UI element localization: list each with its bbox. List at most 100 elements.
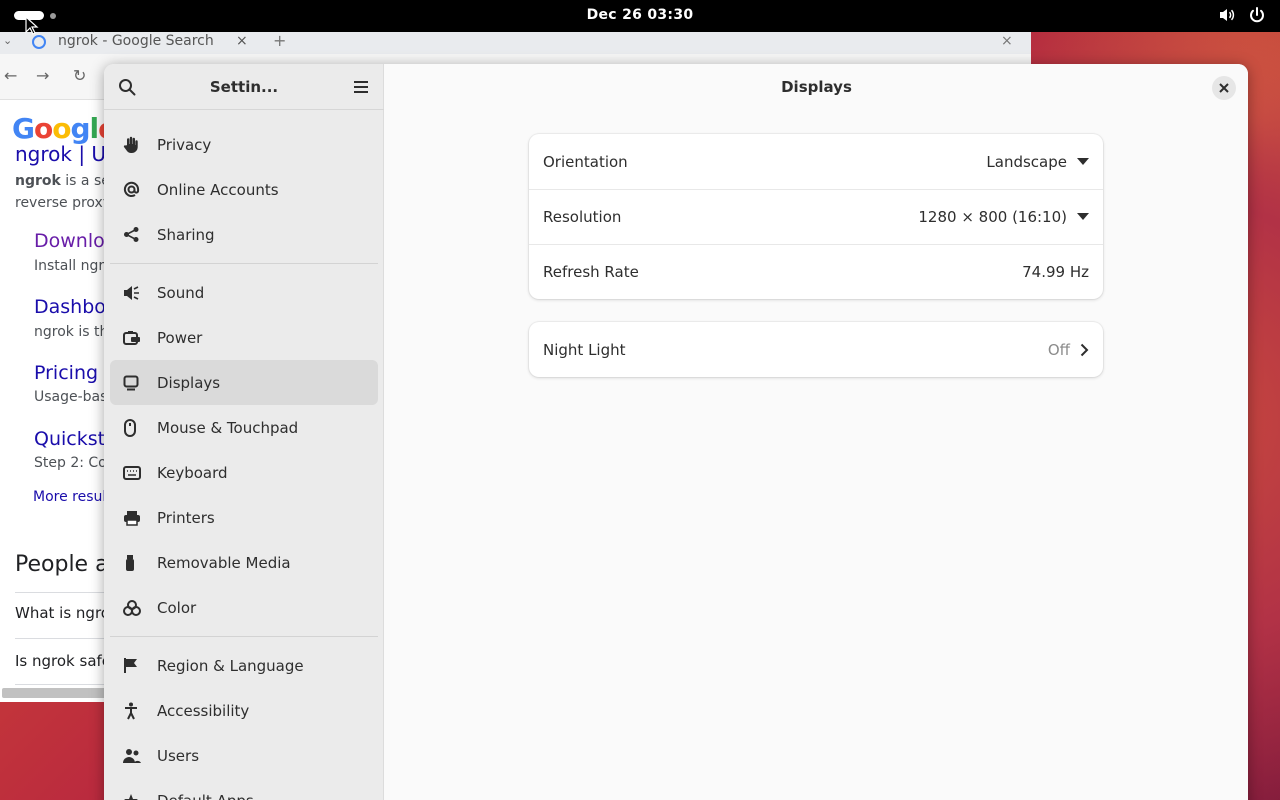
browser-tab-title[interactable]: ngrok - Google Search (58, 33, 214, 49)
sidebar-item-label: Accessibility (157, 701, 250, 720)
keyboard-icon (123, 464, 147, 482)
settings-window: Settin... Privacy Online Accounts Sharin… (104, 64, 1248, 800)
volume-icon[interactable] (1218, 6, 1236, 24)
settings-nav-list: Privacy Online Accounts Sharing Sound Po… (104, 122, 384, 800)
sidebar-title: Settin... (209, 78, 279, 96)
sidebar-item-label: Displays (157, 373, 221, 392)
forward-arrow-icon[interactable]: → (36, 66, 49, 85)
mouse-icon (123, 418, 147, 437)
night-light-row[interactable]: Night Light Off (529, 322, 1103, 377)
sidebar-item-accessibility[interactable]: Accessibility (110, 688, 378, 733)
sidebar-item-label: Users (157, 746, 200, 765)
hamburger-menu-icon[interactable] (352, 78, 370, 100)
sidebar-item-label: Sharing (157, 225, 215, 244)
sidebar-item-removable-media[interactable]: Removable Media (110, 540, 378, 585)
divider (15, 684, 115, 685)
resolution-row[interactable]: Resolution 1280 × 800 (16:10) (529, 189, 1103, 244)
orientation-value: Landscape (986, 152, 1067, 171)
refresh-rate-label: Refresh Rate (543, 263, 639, 281)
power-icon[interactable] (1248, 6, 1266, 24)
chevron-right-icon (1080, 343, 1089, 357)
usb-icon (123, 554, 147, 572)
sidebar-item-users[interactable]: Users (110, 733, 378, 778)
close-button[interactable] (1212, 76, 1236, 100)
sidebar-item-default-apps[interactable]: Default Apps (110, 778, 378, 800)
flag-icon (123, 657, 147, 675)
search-result-snippet: ngrok is a sec (15, 170, 118, 192)
sidebar-item-color[interactable]: Color (110, 585, 378, 630)
browser-close-icon[interactable]: × (1001, 33, 1013, 49)
sidebar-item-privacy[interactable]: Privacy (110, 122, 378, 167)
color-icon (123, 599, 147, 617)
accessibility-icon (123, 702, 147, 720)
sitelink-dashboard[interactable]: Dashbo (34, 296, 106, 318)
sidebar-item-label: Sound (157, 283, 205, 302)
clock[interactable]: Dec 26 03:30 (587, 7, 694, 23)
workspace-indicator (50, 12, 56, 19)
divider (15, 638, 115, 639)
sidebar-item-online-accounts[interactable]: Online Accounts (110, 167, 378, 212)
sidebar-header: Settin... (104, 64, 384, 110)
monitor-icon (123, 374, 147, 392)
share-icon (123, 226, 147, 244)
more-results-link[interactable]: More result (33, 489, 112, 505)
settings-content: Displays Orientation Landscape Resolutio… (385, 64, 1248, 800)
close-icon (1219, 83, 1229, 93)
dropdown-arrow-icon[interactable] (1077, 157, 1089, 166)
orientation-label: Orientation (543, 152, 628, 171)
sidebar-item-printers[interactable]: Printers (110, 495, 378, 540)
divider (15, 592, 115, 593)
sidebar-item-label: Power (157, 328, 203, 347)
sidebar-item-region-language[interactable]: Region & Language (110, 643, 378, 688)
back-arrow-icon[interactable]: ← (4, 66, 17, 85)
users-icon (123, 747, 147, 765)
night-light-label: Night Light (543, 340, 626, 359)
sidebar-item-mouse-touchpad[interactable]: Mouse & Touchpad (110, 405, 378, 450)
orientation-row[interactable]: Orientation Landscape (529, 134, 1103, 189)
new-tab-button[interactable]: + (273, 32, 286, 50)
google-logo[interactable]: Google (12, 112, 117, 145)
sitelink-pricing[interactable]: Pricing (34, 362, 98, 384)
refresh-rate-value: 74.99 Hz (1022, 263, 1089, 281)
top-bar: Dec 26 03:30 (0, 0, 1280, 32)
horizontal-scrollbar[interactable] (2, 688, 112, 698)
sidebar-item-label: Mouse & Touchpad (157, 418, 299, 437)
tab-list-chevron-icon[interactable]: ⌄ (3, 34, 12, 47)
night-light-value: Off (1047, 340, 1070, 359)
battery-icon (123, 329, 147, 347)
speaker-icon (123, 284, 147, 302)
sidebar-item-label: Online Accounts (157, 180, 279, 199)
sidebar-item-keyboard[interactable]: Keyboard (110, 450, 378, 495)
search-result-title[interactable]: ngrok | U (15, 142, 106, 166)
browser-tab-strip: ⌄ ngrok - Google Search × + × (0, 32, 1031, 54)
hand-icon (123, 136, 147, 154)
sidebar-item-displays[interactable]: Displays (110, 360, 378, 405)
sidebar-item-power[interactable]: Power (110, 315, 378, 360)
reload-icon[interactable]: ↻ (73, 66, 86, 85)
at-icon (123, 181, 147, 199)
sidebar-item-label: Removable Media (157, 553, 291, 572)
tab-close-icon[interactable]: × (236, 33, 248, 49)
system-tray[interactable] (1218, 6, 1266, 24)
resolution-value: 1280 × 800 (16:10) (918, 208, 1067, 226)
sidebar-item-label: Default Apps (157, 792, 254, 800)
sidebar-item-label: Region & Language (157, 656, 304, 675)
sidebar-item-sound[interactable]: Sound (110, 270, 378, 315)
dropdown-arrow-icon[interactable] (1077, 213, 1089, 221)
people-also-ask-heading: People al (15, 552, 115, 577)
settings-sidebar: Settin... Privacy Online Accounts Sharin… (104, 64, 384, 800)
sidebar-item-label: Color (157, 598, 197, 617)
sidebar-item-label: Keyboard (157, 463, 228, 482)
sidebar-item-label: Privacy (157, 135, 212, 154)
paa-question[interactable]: Is ngrok safe (15, 652, 111, 670)
sidebar-divider (110, 636, 378, 637)
snippet-bold: ngrok (15, 173, 61, 189)
search-icon[interactable] (118, 78, 136, 100)
mouse-cursor-icon (25, 15, 39, 40)
display-settings-card: Orientation Landscape Resolution 1280 × … (529, 134, 1103, 299)
night-light-card: Night Light Off (529, 322, 1103, 377)
printer-icon (123, 509, 147, 527)
star-icon (123, 792, 147, 800)
refresh-rate-row[interactable]: Refresh Rate 74.99 Hz (529, 244, 1103, 299)
sidebar-item-sharing[interactable]: Sharing (110, 212, 378, 257)
